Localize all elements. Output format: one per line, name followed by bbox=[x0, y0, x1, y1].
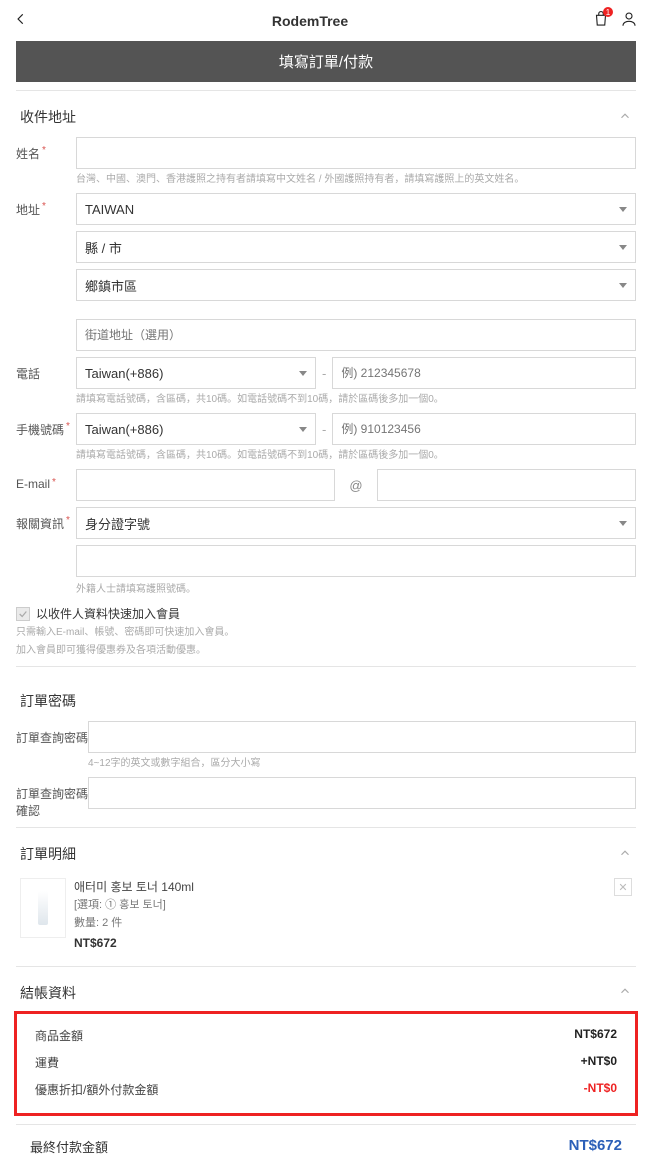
mobile-code-select[interactable]: Taiwan(+886) bbox=[76, 413, 316, 445]
join-member-checkbox[interactable] bbox=[16, 607, 30, 621]
country-select[interactable]: TAIWAN bbox=[76, 193, 636, 225]
email-label: E-mail bbox=[16, 477, 50, 491]
tel-help: 請填寫電話號碼，含區碼，共10碼。如電話號碼不到10碼，請於區碼後多加一個0。 bbox=[76, 393, 636, 407]
shipping-label: 運費 bbox=[35, 1054, 59, 1071]
address-section-title: 收件地址 bbox=[20, 107, 76, 127]
discount-label: 優惠折扣/額外付款金額 bbox=[35, 1081, 158, 1098]
at-sign: @ bbox=[341, 469, 370, 501]
required-icon: * bbox=[42, 201, 46, 218]
billing-highlight-box: 商品金額 NT$672 運費 +NT$0 優惠折扣/額外付款金額 -NT$0 bbox=[14, 1011, 638, 1116]
required-icon: * bbox=[66, 515, 70, 532]
total-value: NT$672 bbox=[569, 1137, 622, 1156]
name-help: 台灣、中國、澳門、香港護照之持有者請填寫中文姓名 / 外國護照持有者，請填寫護照… bbox=[76, 173, 636, 187]
order-password-input[interactable] bbox=[88, 721, 636, 753]
caret-down-icon bbox=[619, 245, 627, 250]
back-button[interactable] bbox=[14, 12, 28, 29]
required-icon: * bbox=[52, 477, 56, 491]
pw-label: 訂單查詢密碼 bbox=[16, 729, 88, 746]
subtotal-value: NT$672 bbox=[574, 1027, 617, 1044]
tel-input[interactable] bbox=[332, 357, 636, 389]
order-item-row: 애터미 홍보 토너 140ml [選項: ① 홍보 토너] 數量: 2 件 NT… bbox=[16, 874, 636, 958]
subtotal-label: 商品金額 bbox=[35, 1027, 83, 1044]
billing-section-header[interactable]: 結帳資料 bbox=[16, 979, 636, 1005]
billing-section-title: 結帳資料 bbox=[20, 983, 76, 1003]
address-label: 地址 bbox=[16, 201, 40, 218]
caret-down-icon bbox=[299, 371, 307, 376]
remove-item-button[interactable]: ✕ bbox=[614, 878, 632, 896]
email-domain-input[interactable] bbox=[377, 469, 636, 501]
user-button[interactable] bbox=[620, 10, 638, 31]
street-input[interactable] bbox=[76, 319, 636, 351]
cart-badge: 1 bbox=[603, 7, 613, 17]
email-local-input[interactable] bbox=[76, 469, 335, 501]
name-label: 姓名 bbox=[16, 145, 40, 162]
chevron-up-icon bbox=[618, 984, 632, 1001]
required-icon: * bbox=[66, 421, 70, 438]
required-icon: * bbox=[42, 145, 46, 162]
pw2-label: 訂單查詢密碼確認 bbox=[16, 785, 88, 819]
product-thumb bbox=[20, 878, 66, 938]
order-password-confirm-input[interactable] bbox=[88, 777, 636, 809]
total-row: 最終付款金額 NT$672 bbox=[16, 1124, 636, 1156]
product-price: NT$672 bbox=[74, 934, 606, 953]
name-input[interactable] bbox=[76, 137, 636, 169]
customs-help: 外籍人士請填寫護照號碼。 bbox=[76, 583, 636, 597]
order-section-title: 訂單明細 bbox=[20, 844, 76, 864]
customs-type-select[interactable]: 身分證字號 bbox=[76, 507, 636, 539]
customs-id-input[interactable] bbox=[76, 545, 636, 577]
pw-section-title: 訂單密碼 bbox=[16, 679, 636, 721]
address-section-header[interactable]: 收件地址 bbox=[16, 103, 636, 137]
shipping-value: +NT$0 bbox=[581, 1054, 617, 1071]
pw-help: 4~12字的英文或數字組合，區分大小寫 bbox=[88, 757, 636, 771]
product-option: [選項: ① 홍보 토너] bbox=[74, 897, 606, 915]
join-help1: 只需輸入E-mail、帳號、密碼即可快速加入會員。 bbox=[16, 626, 636, 640]
caret-down-icon bbox=[619, 283, 627, 288]
mobile-help: 請填寫電話號碼，含區碼，共10碼。如電話號碼不到10碼，請於區碼後多加一個0。 bbox=[76, 449, 636, 463]
app-title: RodemTree bbox=[272, 13, 348, 29]
district-select[interactable]: 鄉鎮市區 bbox=[76, 269, 636, 301]
page-title: 填寫訂單/付款 bbox=[16, 41, 636, 82]
order-section-header[interactable]: 訂單明細 bbox=[16, 840, 636, 874]
total-label: 最終付款金額 bbox=[30, 1137, 108, 1156]
join-member-label: 以收件人資料快速加入會員 bbox=[36, 605, 180, 622]
tel-code-select[interactable]: Taiwan(+886) bbox=[76, 357, 316, 389]
caret-down-icon bbox=[619, 207, 627, 212]
mobile-input[interactable] bbox=[332, 413, 636, 445]
customs-label: 報關資訊 bbox=[16, 515, 64, 532]
chevron-up-icon bbox=[618, 109, 632, 126]
caret-down-icon bbox=[299, 427, 307, 432]
county-select[interactable]: 縣 / 市 bbox=[76, 231, 636, 263]
product-name: 애터미 홍보 토너 140ml bbox=[74, 878, 606, 897]
cart-button[interactable]: 1 bbox=[592, 10, 610, 31]
join-help2: 加入會員即可獲得優惠券及各項活動優惠。 bbox=[16, 644, 636, 658]
mobile-label: 手機號碼 bbox=[16, 421, 64, 438]
discount-value: -NT$0 bbox=[584, 1081, 617, 1098]
tel-label: 電話 bbox=[16, 365, 40, 382]
chevron-up-icon bbox=[618, 846, 632, 863]
caret-down-icon bbox=[619, 521, 627, 526]
product-qty: 數量: 2 件 bbox=[74, 915, 606, 933]
